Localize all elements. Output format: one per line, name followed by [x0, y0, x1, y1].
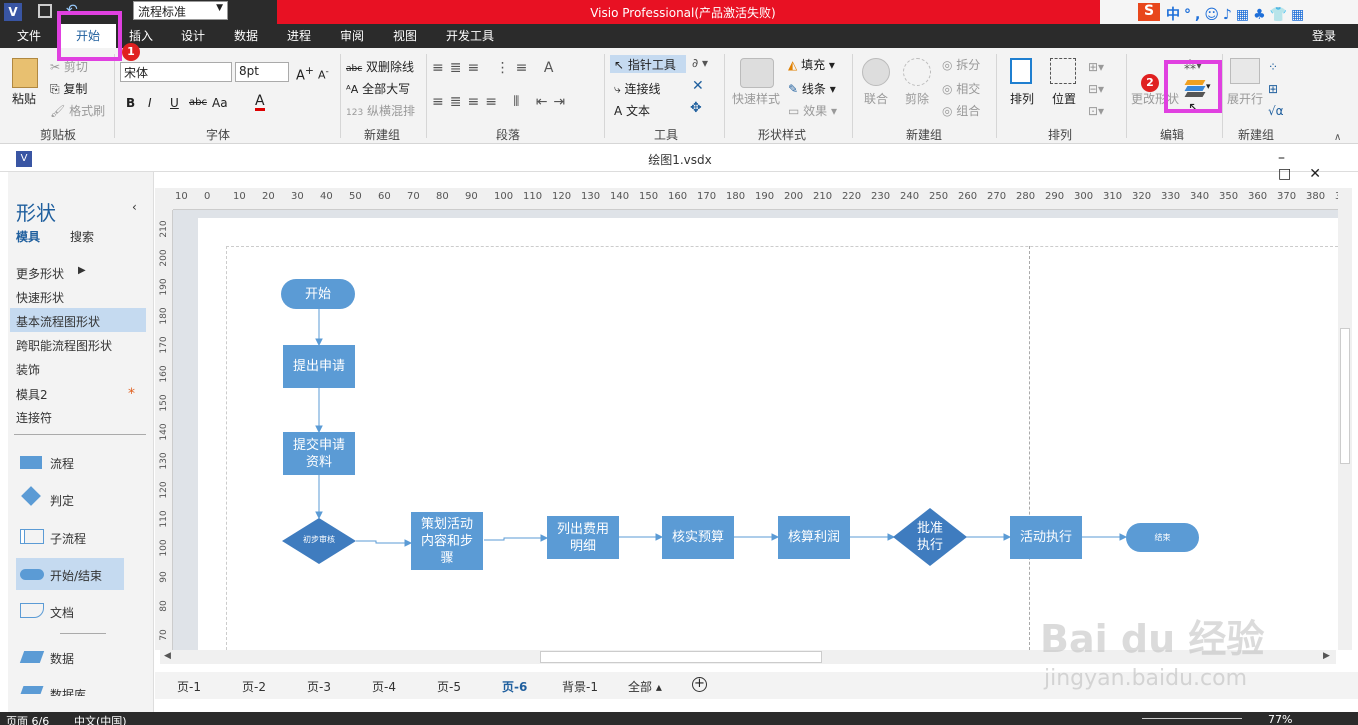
watermark-logo: Bai du 经验	[1040, 617, 1265, 661]
scroll-right-icon[interactable]: ▶	[1323, 651, 1330, 661]
flow-end[interactable]: 结束	[1126, 523, 1199, 552]
flow-submit-materials[interactable]: 提交申请资料	[283, 432, 355, 475]
status-page: 页面 6/6	[6, 715, 50, 725]
flow-plan-activity[interactable]: 策划活动内容和步骤	[411, 512, 483, 570]
flow-calc-profit[interactable]: 核算利润	[778, 516, 850, 559]
zoom-slider[interactable]	[1142, 718, 1242, 719]
page-tab-all-label: 全部	[628, 680, 653, 694]
flow-execute[interactable]: 活动执行	[1010, 516, 1082, 559]
horizontal-scroll-thumb[interactable]	[540, 651, 822, 663]
status-zoom[interactable]: 77%	[1268, 713, 1292, 725]
page-tab-1[interactable]: 页-1	[177, 678, 201, 695]
vertical-scroll-thumb[interactable]	[1340, 328, 1350, 464]
page-tab-5[interactable]: 页-5	[437, 678, 461, 695]
page-tab-2[interactable]: 页-2	[242, 678, 266, 695]
flow-initial-review-label: 初步审核	[303, 535, 335, 544]
status-language: 中文(中国)	[74, 715, 127, 725]
page-tab-all[interactable]: 全部 ▴	[628, 678, 662, 695]
flow-approve[interactable]: 批准执行	[893, 508, 967, 566]
flow-approve-label: 批准执行	[916, 521, 943, 553]
flow-verify-budget[interactable]: 核实预算	[662, 516, 734, 559]
page-tab-3[interactable]: 页-3	[307, 678, 331, 695]
page-tab-background[interactable]: 背景-1	[562, 678, 598, 695]
add-page-icon[interactable]: +	[692, 677, 707, 692]
watermark-url: jingyan.baidu.com	[1044, 666, 1248, 691]
scroll-left-icon[interactable]: ◀	[164, 651, 171, 661]
flow-list-costs[interactable]: 列出费用明细	[547, 516, 619, 559]
flow-submit-request[interactable]: 提出申请	[283, 345, 355, 388]
page-tab-6-active[interactable]: 页-6	[502, 678, 527, 695]
flow-initial-review[interactable]: 初步审核	[282, 518, 356, 564]
flow-start[interactable]: 开始	[281, 279, 355, 309]
page-tab-4[interactable]: 页-4	[372, 678, 396, 695]
